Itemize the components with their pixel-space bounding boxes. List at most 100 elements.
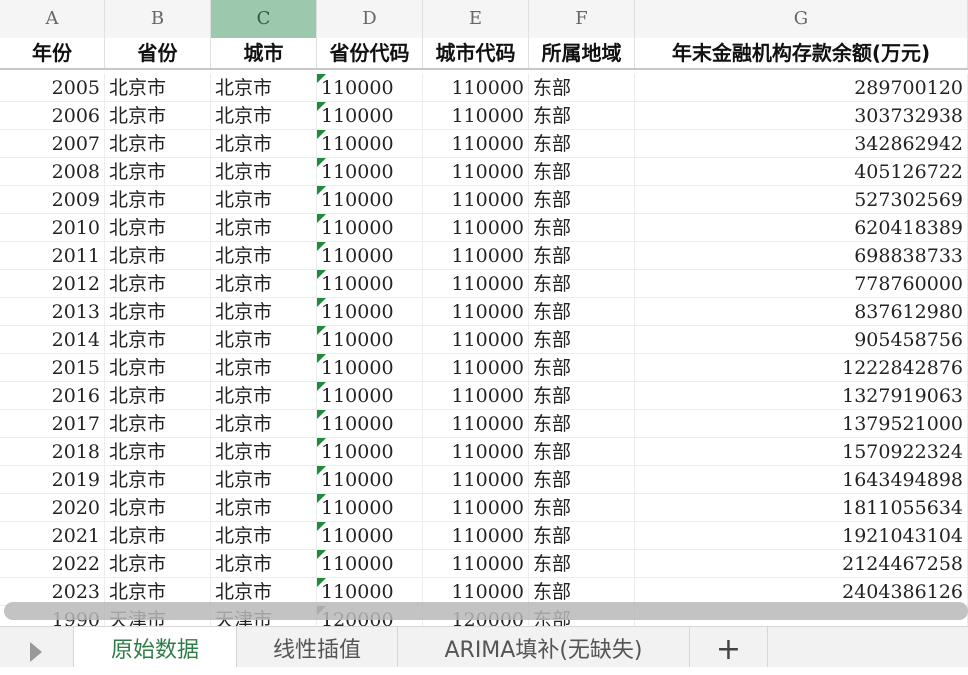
table-cell-year[interactable]: 2011 <box>0 242 105 270</box>
table-cell-province[interactable]: 北京市 <box>105 522 211 550</box>
table-cell-city[interactable]: 北京市 <box>211 382 317 410</box>
table-cell-region[interactable]: 东部 <box>529 438 635 466</box>
table-cell-province[interactable]: 北京市 <box>105 214 211 242</box>
table-cell-province[interactable]: 北京市 <box>105 466 211 494</box>
table-cell-city-code[interactable]: 110000 <box>423 130 529 158</box>
table-cell-city[interactable]: 北京市 <box>211 550 317 578</box>
table-cell-region[interactable]: 东部 <box>529 326 635 354</box>
table-cell-province[interactable]: 北京市 <box>105 354 211 382</box>
table-cell-province-code[interactable]: 110000 <box>317 326 423 354</box>
table-cell-city-code[interactable]: 110000 <box>423 550 529 578</box>
table-cell-deposit[interactable]: 342862942 <box>635 130 968 158</box>
table-cell-city[interactable]: 北京市 <box>211 242 317 270</box>
add-sheet-button[interactable]: + <box>690 627 768 667</box>
table-cell-region[interactable]: 东部 <box>529 102 635 130</box>
table-cell-city[interactable]: 北京市 <box>211 186 317 214</box>
table-cell-year[interactable]: 2022 <box>0 550 105 578</box>
table-cell-region[interactable]: 东部 <box>529 466 635 494</box>
table-cell-deposit[interactable]: 405126722 <box>635 158 968 186</box>
table-cell-region[interactable]: 东部 <box>529 270 635 298</box>
table-cell-region[interactable]: 东部 <box>529 494 635 522</box>
table-cell-region[interactable]: 东部 <box>529 550 635 578</box>
table-header-cell[interactable]: 省份 <box>105 38 211 68</box>
table-cell-province-code[interactable]: 110000 <box>317 494 423 522</box>
table-cell-city[interactable]: 北京市 <box>211 102 317 130</box>
table-cell-deposit[interactable]: 778760000 <box>635 270 968 298</box>
table-cell-city[interactable]: 北京市 <box>211 494 317 522</box>
table-cell-province-code[interactable]: 110000 <box>317 298 423 326</box>
table-cell-province-code[interactable]: 110000 <box>317 270 423 298</box>
table-cell-city[interactable]: 北京市 <box>211 466 317 494</box>
column-header-a[interactable]: A <box>0 0 105 38</box>
table-cell-city-code[interactable]: 110000 <box>423 466 529 494</box>
table-cell-province[interactable]: 北京市 <box>105 494 211 522</box>
table-cell-region[interactable]: 东部 <box>529 382 635 410</box>
column-header-d[interactable]: D <box>317 0 423 38</box>
table-cell-region[interactable]: 东部 <box>529 354 635 382</box>
table-cell-province[interactable]: 北京市 <box>105 550 211 578</box>
table-cell-province[interactable]: 北京市 <box>105 186 211 214</box>
sheet-scroll-button[interactable] <box>0 627 74 667</box>
table-header-cell[interactable]: 所属地域 <box>529 38 635 68</box>
table-cell-deposit[interactable]: 1379521000 <box>635 410 968 438</box>
table-cell-city-code[interactable]: 110000 <box>423 298 529 326</box>
table-cell-province[interactable]: 北京市 <box>105 74 211 102</box>
table-cell-city[interactable]: 北京市 <box>211 158 317 186</box>
table-cell-province-code[interactable]: 110000 <box>317 438 423 466</box>
table-cell-year[interactable]: 2006 <box>0 102 105 130</box>
table-cell-city[interactable]: 北京市 <box>211 214 317 242</box>
table-header-cell[interactable]: 城市代码 <box>423 38 529 68</box>
table-cell-province[interactable]: 北京市 <box>105 270 211 298</box>
table-cell-city[interactable]: 北京市 <box>211 130 317 158</box>
table-cell-deposit[interactable]: 698838733 <box>635 242 968 270</box>
table-cell-deposit[interactable]: 527302569 <box>635 186 968 214</box>
table-cell-region[interactable]: 东部 <box>529 74 635 102</box>
table-cell-city[interactable]: 北京市 <box>211 326 317 354</box>
table-cell-region[interactable]: 东部 <box>529 130 635 158</box>
table-cell-year[interactable]: 2018 <box>0 438 105 466</box>
table-cell-province-code[interactable]: 110000 <box>317 550 423 578</box>
table-cell-city[interactable]: 北京市 <box>211 270 317 298</box>
table-cell-province[interactable]: 北京市 <box>105 410 211 438</box>
table-cell-province-code[interactable]: 110000 <box>317 102 423 130</box>
table-cell-year[interactable]: 2019 <box>0 466 105 494</box>
table-cell-province-code[interactable]: 110000 <box>317 74 423 102</box>
table-cell-deposit[interactable]: 620418389 <box>635 214 968 242</box>
table-cell-year[interactable]: 2017 <box>0 410 105 438</box>
table-cell-year[interactable]: 2021 <box>0 522 105 550</box>
table-cell-deposit[interactable]: 303732938 <box>635 102 968 130</box>
table-cell-year[interactable]: 2013 <box>0 298 105 326</box>
table-cell-province-code[interactable]: 110000 <box>317 410 423 438</box>
table-cell-city-code[interactable]: 110000 <box>423 382 529 410</box>
table-cell-deposit[interactable]: 905458756 <box>635 326 968 354</box>
table-cell-deposit[interactable]: 289700120 <box>635 74 968 102</box>
table-cell-deposit[interactable]: 1921043104 <box>635 522 968 550</box>
table-cell-year[interactable]: 2008 <box>0 158 105 186</box>
table-cell-deposit[interactable]: 837612980 <box>635 298 968 326</box>
table-cell-city-code[interactable]: 110000 <box>423 242 529 270</box>
table-cell-deposit[interactable]: 2124467258 <box>635 550 968 578</box>
table-cell-city[interactable]: 北京市 <box>211 354 317 382</box>
table-cell-city[interactable]: 北京市 <box>211 522 317 550</box>
table-cell-deposit[interactable]: 1811055634 <box>635 494 968 522</box>
table-header-cell[interactable]: 省份代码 <box>317 38 423 68</box>
table-cell-province[interactable]: 北京市 <box>105 298 211 326</box>
table-cell-region[interactable]: 东部 <box>529 522 635 550</box>
table-header-cell[interactable]: 城市 <box>211 38 317 68</box>
table-cell-year[interactable]: 2012 <box>0 270 105 298</box>
column-header-g[interactable]: G <box>635 0 968 38</box>
table-cell-city-code[interactable]: 110000 <box>423 494 529 522</box>
column-header-c[interactable]: C <box>211 0 317 38</box>
table-cell-city-code[interactable]: 110000 <box>423 326 529 354</box>
table-cell-city-code[interactable]: 110000 <box>423 438 529 466</box>
sheet-tab-1[interactable]: 原始数据 <box>74 627 237 667</box>
table-cell-year[interactable]: 2005 <box>0 74 105 102</box>
sheet-tab-3[interactable]: ARIMA填补(无缺失) <box>398 627 690 667</box>
table-cell-deposit[interactable]: 1222842876 <box>635 354 968 382</box>
table-cell-province-code[interactable]: 110000 <box>317 130 423 158</box>
table-cell-province-code[interactable]: 110000 <box>317 466 423 494</box>
sheet-tab-2[interactable]: 线性插值 <box>237 627 398 667</box>
table-cell-province[interactable]: 北京市 <box>105 382 211 410</box>
table-header-cell[interactable]: 年份 <box>0 38 105 68</box>
table-cell-city-code[interactable]: 110000 <box>423 214 529 242</box>
